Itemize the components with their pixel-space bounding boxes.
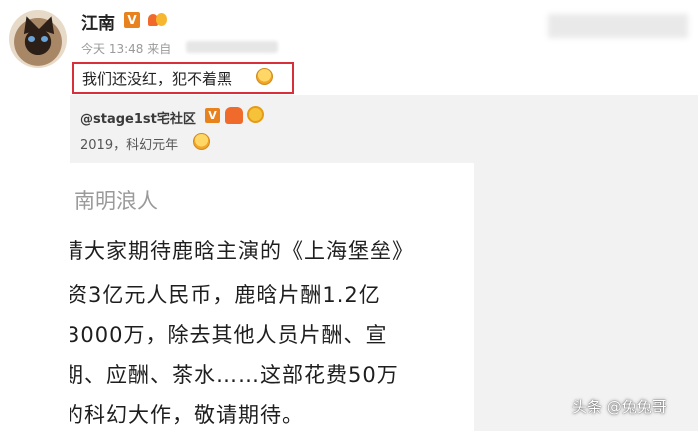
cat-eye <box>28 36 35 42</box>
repost-text: 2019，科幻元年 <box>80 138 179 153</box>
blurred-region <box>548 14 688 38</box>
verified-v-icon: V <box>205 108 220 123</box>
fan-badge-icon <box>146 11 168 29</box>
document-line: 的科幻大作，敬请期待。 <box>70 403 304 427</box>
avatar[interactable] <box>9 10 67 68</box>
attached-image[interactable]: 南明浪人 请大家期待鹿晗主演的《上海堡垒》 资3亿元人民币，鹿晗片酬1.2亿 3… <box>70 163 474 431</box>
verified-v-icon: V <box>124 12 140 28</box>
fan-badge-icon <box>225 107 243 124</box>
post-timestamp: 今天 13:48 来自 <box>81 42 172 56</box>
laugh-cry-emoji-icon <box>256 68 273 85</box>
document-line: 资3亿元人民币，鹿晗片酬1.2亿 <box>70 283 381 307</box>
cat-ear <box>18 13 40 35</box>
document-line: 3000万，除去其他人员片酬、宣 <box>70 323 388 347</box>
watermark: 头条 @兔兔哥 <box>572 398 667 416</box>
cat-eye <box>41 36 48 42</box>
laugh-cry-emoji-icon <box>193 133 210 150</box>
cat-ear <box>38 13 60 35</box>
document-line: 期、应酬、茶水……这部花费50万 <box>70 363 399 387</box>
document-line: 请大家期待鹿晗主演的《上海堡垒》 <box>70 239 414 263</box>
post-text: 我们还没红，犯不着黑 <box>82 70 233 88</box>
document-author: 南明浪人 <box>74 189 158 213</box>
medal-icon <box>247 106 264 123</box>
repost-username[interactable]: @stage1st宅社区 <box>80 108 196 127</box>
author-name[interactable]: 江南 <box>81 9 115 34</box>
blurred-source <box>186 41 278 53</box>
